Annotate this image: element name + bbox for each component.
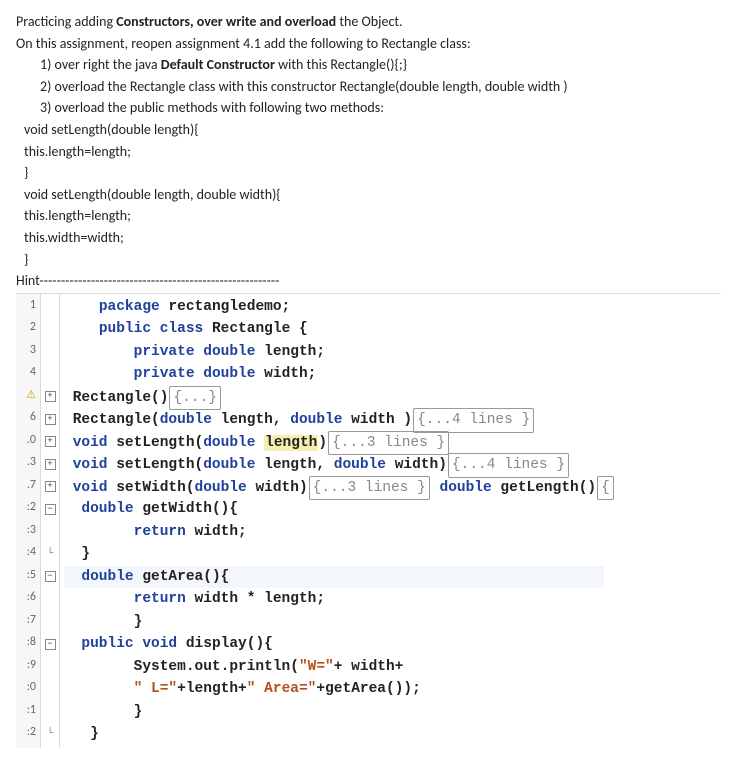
- fold-collapse[interactable]: −: [43, 633, 57, 656]
- instruction-line: On this assignment, reopen assignment 4.…: [16, 34, 721, 54]
- code-line: }: [64, 543, 615, 566]
- folded-block[interactable]: {...3 lines }: [309, 476, 430, 500]
- line-number: 1: [18, 296, 36, 319]
- fold-cell: [43, 678, 57, 701]
- folded-block[interactable]: {...4 lines }: [413, 408, 534, 432]
- code-snippet: void setLength(double length){: [24, 120, 721, 140]
- code-line: }: [64, 611, 615, 634]
- plus-icon: +: [45, 414, 56, 425]
- folded-block[interactable]: {...3 lines }: [328, 431, 449, 455]
- code-editor: 1 2 3 4 ⚠ 6 .0 .3 .7 :2 :3 :4 :5 :6 :7 :…: [16, 293, 721, 748]
- code-line: private double length;: [64, 341, 615, 364]
- line-number: .7: [18, 476, 36, 499]
- code-line: void setWidth(double width){...3 lines }…: [64, 476, 615, 499]
- plus-icon: +: [45, 459, 56, 470]
- folded-block[interactable]: {: [597, 476, 614, 500]
- code-line: " L="+length+" Area="+getArea());: [64, 678, 615, 701]
- line-number: .3: [18, 453, 36, 476]
- fold-collapse[interactable]: −: [43, 566, 57, 589]
- fold-expand[interactable]: +: [43, 476, 57, 499]
- fold-cell: [43, 318, 57, 341]
- line-number: :0: [18, 678, 36, 701]
- code-snippet: this.width=width;: [24, 228, 721, 248]
- instruction-item: 1) over right the java Default Construct…: [40, 55, 721, 75]
- line-number: :2: [18, 723, 36, 746]
- line-number: 2: [18, 318, 36, 341]
- line-number: :6: [18, 588, 36, 611]
- code-snippet: }: [24, 250, 721, 270]
- code-line: public class Rectangle {: [64, 318, 615, 341]
- plus-icon: +: [45, 436, 56, 447]
- fold-expand[interactable]: +: [43, 453, 57, 476]
- fold-expand[interactable]: +: [43, 431, 57, 454]
- code-area[interactable]: package rectangledemo; public class Rect…: [60, 294, 619, 748]
- fold-collapse[interactable]: −: [43, 498, 57, 521]
- code-line: void setLength(double length){...3 lines…: [64, 431, 615, 454]
- line-number: :3: [18, 521, 36, 544]
- code-line: return width * length;: [64, 588, 615, 611]
- code-snippet: this.length=length;: [24, 206, 721, 226]
- instruction-item: 3) overload the public methods with foll…: [40, 98, 721, 118]
- fold-cell: [43, 363, 57, 386]
- folded-block[interactable]: {...4 lines }: [448, 453, 569, 477]
- line-number: :5: [18, 566, 36, 589]
- warning-icon: ⚠: [26, 388, 36, 401]
- code-line: public void display(){: [64, 633, 615, 656]
- code-snippet: void setLength(double length, double wid…: [24, 185, 721, 205]
- code-snippet: this.length=length;: [24, 142, 721, 162]
- code-line: return width;: [64, 521, 615, 544]
- line-number: 6: [18, 408, 36, 431]
- line-number: :9: [18, 656, 36, 679]
- line-number: :7: [18, 611, 36, 634]
- line-number: 3: [18, 341, 36, 364]
- line-marker: ⚠: [18, 386, 36, 409]
- folded-block[interactable]: {...}: [169, 386, 221, 410]
- fold-cell: [43, 521, 57, 544]
- fold-cell: [43, 341, 57, 364]
- fold-end: └: [43, 723, 57, 746]
- code-line: Rectangle(){...}: [64, 386, 615, 409]
- fold-end: └: [43, 543, 57, 566]
- code-line: package rectangledemo;: [64, 296, 615, 319]
- fold-cell: [43, 611, 57, 634]
- plus-icon: +: [45, 481, 56, 492]
- instruction-item: 2) overload the Rectangle class with thi…: [40, 77, 721, 97]
- line-number: :8: [18, 633, 36, 656]
- code-line: private double width;: [64, 363, 615, 386]
- fold-expand[interactable]: +: [43, 408, 57, 431]
- line-number: :4: [18, 543, 36, 566]
- plus-icon: +: [45, 391, 56, 402]
- instruction-title: Practicing adding Constructors, over wri…: [16, 12, 721, 32]
- code-line: double getWidth(){: [64, 498, 615, 521]
- code-line: System.out.println("W="+ width+: [64, 656, 615, 679]
- code-line: void setLength(double length, double wid…: [64, 453, 615, 476]
- fold-cell: [43, 656, 57, 679]
- line-number: :2: [18, 498, 36, 521]
- hint-divider: Hint------------------------------------…: [16, 271, 721, 291]
- minus-icon: −: [45, 504, 56, 515]
- fold-expand[interactable]: +: [43, 386, 57, 409]
- code-line: double getArea(){: [64, 566, 615, 589]
- line-number: .0: [18, 431, 36, 454]
- minus-icon: −: [45, 639, 56, 650]
- minus-icon: −: [45, 571, 56, 582]
- assignment-instructions: Practicing adding Constructors, over wri…: [16, 12, 721, 291]
- code-line: Rectangle(double length, double width ){…: [64, 408, 615, 431]
- line-number-gutter: 1 2 3 4 ⚠ 6 .0 .3 .7 :2 :3 :4 :5 :6 :7 :…: [16, 294, 41, 748]
- code-snippet: }: [24, 163, 721, 183]
- fold-cell: [43, 296, 57, 319]
- fold-column: + + + + + − └ − − └: [41, 294, 60, 748]
- highlighted-word: length: [264, 435, 318, 451]
- fold-cell: [43, 588, 57, 611]
- code-line: }: [64, 723, 615, 746]
- line-number: 4: [18, 363, 36, 386]
